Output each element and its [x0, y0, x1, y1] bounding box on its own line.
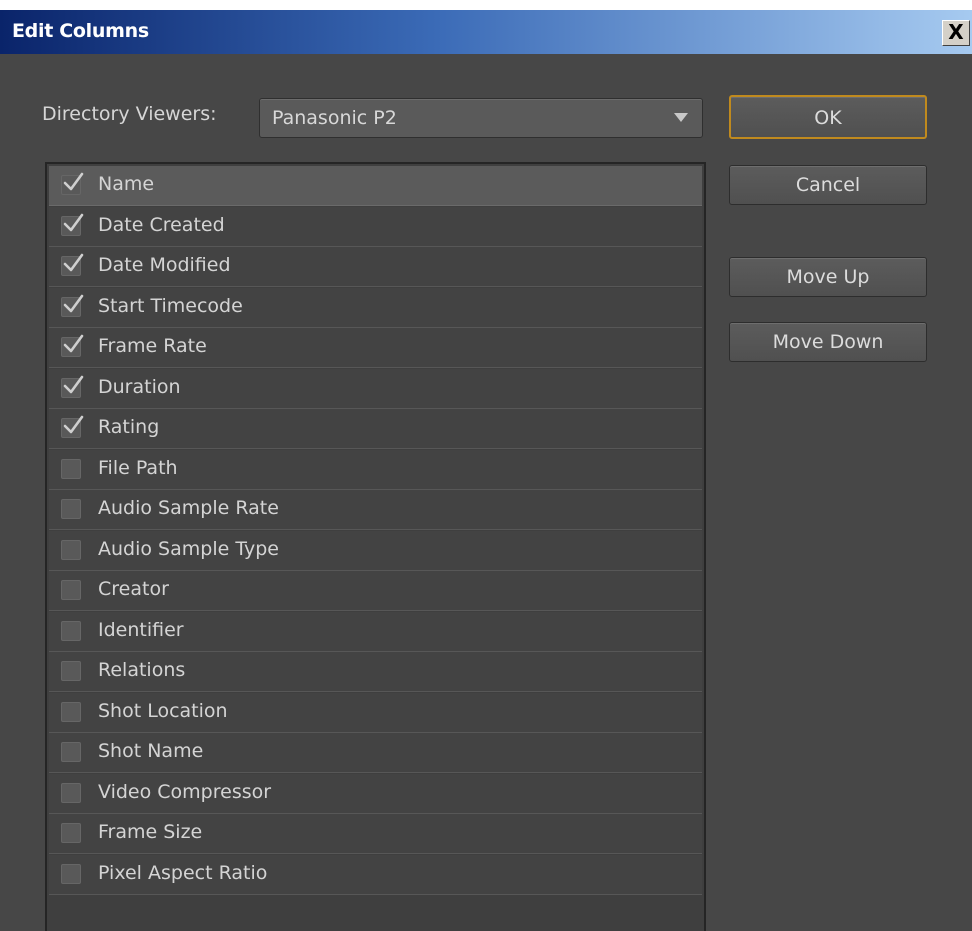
column-checkbox[interactable]: [61, 375, 84, 398]
checkmark-icon: [63, 334, 84, 353]
column-row[interactable]: Audio Sample Rate: [49, 490, 702, 530]
column-label: Name: [98, 173, 155, 195]
column-checkbox[interactable]: [61, 620, 81, 641]
column-row[interactable]: Frame Size: [49, 814, 702, 854]
column-label: Video Compressor: [98, 780, 272, 803]
column-label: Pixel Aspect Ratio: [98, 861, 268, 884]
column-row[interactable]: Relations: [49, 652, 702, 692]
column-label: Date Modified: [98, 254, 231, 276]
column-row[interactable]: Video Compressor: [49, 773, 702, 814]
column-row[interactable]: Shot Name: [49, 733, 702, 773]
column-checkbox[interactable]: [61, 253, 84, 276]
column-row[interactable]: Start Timecode: [49, 287, 702, 328]
column-row[interactable]: Creator: [49, 571, 702, 611]
column-checkbox[interactable]: [61, 863, 81, 884]
column-checkbox[interactable]: [61, 213, 84, 236]
column-row[interactable]: Date Created: [49, 206, 702, 247]
checkmark-icon: [63, 375, 84, 393]
column-checkbox[interactable]: [61, 580, 81, 600]
column-label: Identifier: [98, 618, 184, 641]
move-down-button[interactable]: Move Down: [729, 322, 927, 362]
column-checkbox[interactable]: [61, 823, 81, 843]
edit-columns-dialog: Edit Columns X Directory Viewers: Panaso…: [0, 10, 972, 931]
directory-viewers-label: Directory Viewers:: [42, 103, 217, 125]
column-label: Rating: [98, 416, 160, 438]
column-label: Duration: [98, 375, 181, 398]
directory-viewers-value: Panasonic P2: [272, 107, 397, 129]
column-row[interactable]: Name: [49, 166, 702, 206]
checkmark-icon: [63, 253, 84, 272]
column-checkbox[interactable]: [61, 294, 84, 317]
checkmark-icon: [63, 415, 84, 434]
column-row[interactable]: Shot Location: [49, 692, 702, 733]
column-checkbox[interactable]: [61, 782, 81, 803]
chevron-down-icon: [674, 113, 688, 122]
column-checkbox[interactable]: [61, 172, 84, 195]
column-row[interactable]: Rating: [49, 409, 702, 449]
column-checkbox[interactable]: [61, 742, 81, 762]
columns-list[interactable]: Name Date Created Date Modified Start Timec…: [45, 162, 706, 931]
move-up-button[interactable]: Move Up: [729, 257, 927, 297]
column-row[interactable]: Date Modified: [49, 247, 702, 287]
cancel-button[interactable]: Cancel: [729, 165, 927, 205]
close-button[interactable]: X: [942, 20, 970, 46]
column-label: Shot Location: [98, 699, 228, 722]
column-checkbox[interactable]: [61, 458, 81, 479]
column-row[interactable]: Duration: [49, 368, 702, 409]
column-row[interactable]: Pixel Aspect Ratio: [49, 854, 702, 895]
column-label: Audio Sample Type: [98, 537, 279, 560]
checkmark-icon: [63, 172, 84, 191]
column-checkbox[interactable]: [61, 701, 81, 722]
column-label: Audio Sample Rate: [98, 497, 279, 519]
close-icon: X: [948, 20, 964, 44]
column-checkbox[interactable]: [61, 415, 84, 438]
column-row[interactable]: Identifier: [49, 611, 702, 652]
ok-button[interactable]: OK: [729, 95, 927, 139]
column-checkbox[interactable]: [61, 661, 81, 681]
title-bar: Edit Columns X: [0, 10, 972, 54]
column-label: Frame Size: [98, 821, 203, 843]
column-label: Date Created: [98, 213, 225, 236]
directory-viewers-dropdown[interactable]: Panasonic P2: [259, 98, 703, 138]
column-label: Relations: [98, 659, 186, 681]
column-checkbox[interactable]: [61, 334, 84, 357]
column-row[interactable]: Audio Sample Type: [49, 530, 702, 571]
column-label: Creator: [98, 578, 169, 600]
checkmark-icon: [63, 294, 84, 312]
checkmark-icon: [63, 213, 84, 231]
column-label: Shot Name: [98, 740, 204, 762]
column-label: Frame Rate: [98, 335, 207, 357]
column-checkbox[interactable]: [61, 499, 81, 519]
dialog-title: Edit Columns: [12, 20, 149, 42]
column-checkbox[interactable]: [61, 539, 81, 560]
column-row[interactable]: File Path: [49, 449, 702, 490]
column-label: File Path: [98, 456, 178, 479]
column-row[interactable]: Frame Rate: [49, 328, 702, 368]
column-label: Start Timecode: [98, 294, 243, 317]
